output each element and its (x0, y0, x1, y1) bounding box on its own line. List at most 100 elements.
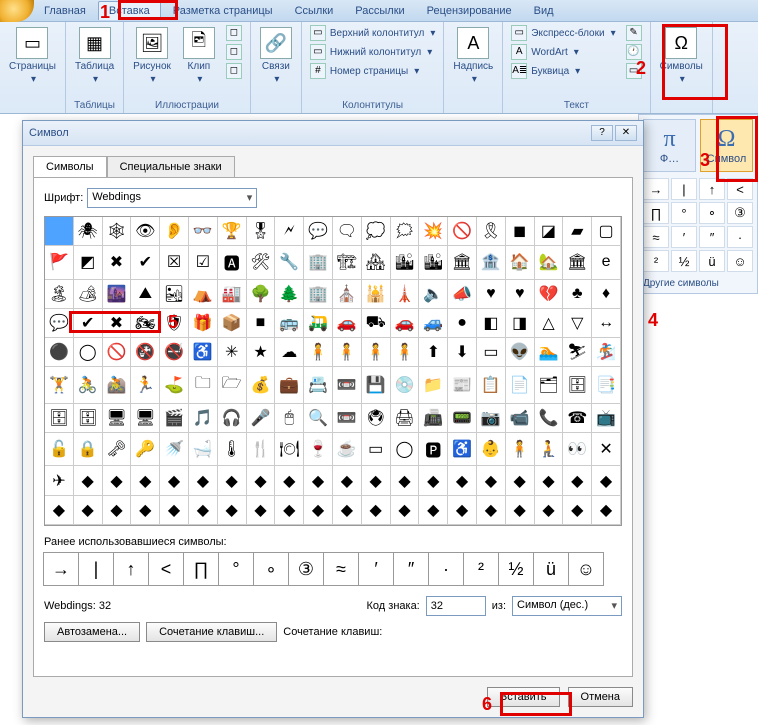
symbol-cell[interactable]: 💥 (419, 217, 448, 246)
symbol-cell[interactable]: 👶 (477, 433, 506, 466)
symbol-cell[interactable]: ▰ (563, 217, 592, 246)
symbol-cell[interactable]: 🏭 (218, 280, 247, 309)
symbol-cell[interactable]: 🚫 (103, 338, 132, 367)
symbol-cell[interactable]: ✔ (131, 246, 160, 279)
symbol-cell[interactable]: 🛺 (304, 309, 333, 338)
symbol-cell[interactable]: 🎵 (189, 404, 218, 433)
symbol-cell[interactable]: 🖥 (131, 404, 160, 433)
symbol-cell[interactable]: ◆ (131, 496, 160, 525)
symbol-cell[interactable]: 💬 (45, 309, 74, 338)
symbol-cell[interactable]: 🧍 (333, 338, 362, 367)
symbol-cell[interactable]: 🔑 (131, 433, 160, 466)
symbol-cell[interactable]: 🚭 (160, 338, 189, 367)
symbol-cell[interactable]: 📹 (506, 404, 535, 433)
symbol-cell[interactable]: 🚗 (333, 309, 362, 338)
symbol-cell[interactable]: 🏦 (477, 246, 506, 279)
symbol-cell[interactable]: ⛪ (333, 280, 362, 309)
symbol-cell[interactable]: ◆ (333, 496, 362, 525)
symbol-cell[interactable]: ◆ (448, 466, 477, 495)
symbol-cell[interactable]: 🏋 (45, 367, 74, 403)
symbol-cell[interactable]: 🗄 (74, 404, 103, 433)
symbol-cell[interactable]: ★ (247, 338, 276, 367)
ribbon-small-button[interactable]: ▭Экспресс-блоки▾ (507, 24, 619, 42)
quick-symbol-cell[interactable]: ′ (671, 226, 697, 248)
ribbon-small-button[interactable]: ◻ (222, 24, 246, 42)
symbol-cell[interactable]: 🏝 (45, 280, 74, 309)
symbol-cell[interactable]: ◆ (103, 466, 132, 495)
symbol-cell[interactable]: ◆ (45, 496, 74, 525)
ribbon-small-button[interactable]: AWordArt▾ (507, 43, 619, 61)
symbol-cell[interactable]: 🔧 (275, 246, 304, 279)
symbol-cell[interactable]: 👁 (131, 217, 160, 246)
ribbon-big-button[interactable]: ΩСимволы▾ (655, 24, 708, 88)
symbol-cell[interactable]: ◆ (563, 496, 592, 525)
ribbon-big-button[interactable]: ▦Таблица▾ (70, 24, 119, 88)
symbol-cell[interactable]: 🅿 (419, 433, 448, 466)
symbol-cell[interactable]: 🧎 (535, 433, 564, 466)
ribbon-big-button[interactable]: ▭Страницы▾ (4, 24, 61, 88)
symbol-cell[interactable]: ◆ (535, 496, 564, 525)
symbol-cell[interactable]: ◆ (131, 466, 160, 495)
close-icon[interactable]: ✕ (615, 125, 637, 141)
symbol-cell[interactable]: 📋 (477, 367, 506, 403)
symbol-cell[interactable]: 💬 (304, 217, 333, 246)
quick-symbol-cell[interactable]: ≈ (643, 226, 669, 248)
symbol-cell[interactable]: ⚫ (45, 338, 74, 367)
ribbon-small-button[interactable]: ▭Нижний колонтитул▾ (306, 43, 440, 61)
symbol-cell[interactable]: ◆ (74, 496, 103, 525)
symbol-cell[interactable]: 🗝 (103, 433, 132, 466)
recent-symbol-cell[interactable]: ½ (498, 552, 534, 586)
symbol-cell[interactable]: ♿ (189, 338, 218, 367)
symbol-cell[interactable]: 🌆 (103, 280, 132, 309)
symbol-cell[interactable]: ◨ (506, 309, 535, 338)
symbol-cell[interactable]: ◆ (304, 496, 333, 525)
symbol-cell[interactable]: ■ (247, 309, 276, 338)
symbol-cell[interactable]: ◆ (448, 496, 477, 525)
symbol-cell[interactable]: ▽ (563, 309, 592, 338)
symbol-cell[interactable]: 🍽 (275, 433, 304, 466)
symbol-cell[interactable]: 📠 (419, 404, 448, 433)
symbol-cell[interactable]: 📣 (448, 280, 477, 309)
symbol-cell[interactable]: 🚫 (448, 217, 477, 246)
ribbon-big-button[interactable]: 🖻Клип▾ (178, 24, 220, 88)
symbol-cell[interactable]: ☑ (189, 246, 218, 279)
ribbon-big-button[interactable]: 🖼Рисунок▾ (128, 24, 176, 88)
symbol-cell[interactable]: 🏙 (419, 246, 448, 279)
symbol-cell[interactable]: 🗁 (218, 367, 247, 403)
symbol-cell[interactable]: ◆ (391, 496, 420, 525)
ribbon-tab[interactable]: Главная (34, 2, 96, 20)
quick-symbol-cell[interactable]: ² (643, 250, 669, 272)
symbol-cell[interactable]: ◩ (74, 246, 103, 279)
symbol-cell[interactable]: 🏛 (448, 246, 477, 279)
symbol-cell[interactable]: 📦 (218, 309, 247, 338)
symbol-cell[interactable]: 🧍 (391, 338, 420, 367)
symbol-cell[interactable]: 🚵 (103, 367, 132, 403)
symbol-cell[interactable]: 🔈 (419, 280, 448, 309)
symbol-cell[interactable]: 🔍 (304, 404, 333, 433)
symbol-cell[interactable]: 🗨 (333, 217, 362, 246)
symbol-cell[interactable]: 🧍 (362, 338, 391, 367)
symbol-cell[interactable]: 📑 (592, 367, 621, 403)
symbol-cell[interactable]: 🎁 (189, 309, 218, 338)
ribbon-small-button[interactable]: ▭Верхний колонтитул▾ (306, 24, 440, 42)
symbol-cell[interactable]: 💿 (391, 367, 420, 403)
symbol-cell[interactable]: ✖ (103, 309, 132, 338)
symbol-cell[interactable]: 🗯 (391, 217, 420, 246)
symbol-cell[interactable]: ◆ (563, 466, 592, 495)
symbol-cell[interactable]: ◆ (506, 496, 535, 525)
symbol-cell[interactable]: 📞 (535, 404, 564, 433)
insert-button[interactable]: Вставить (487, 687, 560, 707)
symbol-cell[interactable]: ◆ (592, 496, 621, 525)
from-select[interactable]: Символ (дес.) (512, 596, 622, 616)
symbol-cell[interactable]: 📼 (333, 404, 362, 433)
cancel-button[interactable]: Отмена (568, 687, 633, 707)
symbol-cell[interactable]: 🌳 (247, 280, 276, 309)
symbol-cell[interactable]: 🏕 (74, 280, 103, 309)
symbol-cell[interactable]: ◯ (391, 433, 420, 466)
symbol-cell[interactable]: ✖ (103, 246, 132, 279)
symbol-cell[interactable]: 🧍 (304, 338, 333, 367)
symbol-cell[interactable]: 🖱 (275, 404, 304, 433)
symbol-cell[interactable]: ◆ (160, 496, 189, 525)
symbol-cell[interactable]: 🛠 (247, 246, 276, 279)
symbol-cell[interactable]: ◆ (592, 466, 621, 495)
